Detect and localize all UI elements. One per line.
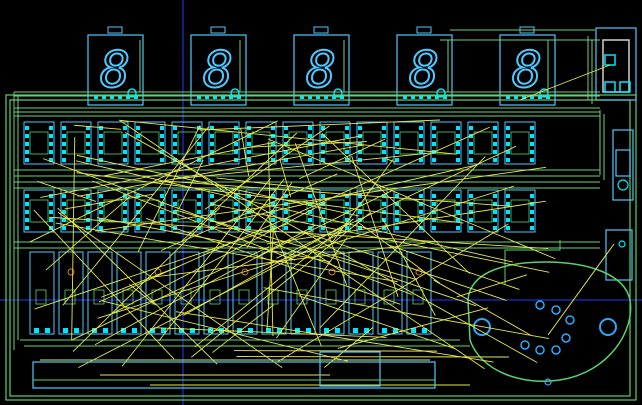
digit-glyph: 8 [512, 41, 542, 99]
digit-glyph: 8 [409, 41, 439, 99]
pcb-canvas[interactable]: 8 8 8 8 8 [0, 0, 642, 405]
digit-glyph: 8 [203, 41, 233, 99]
digit-glyph: 8 [100, 41, 130, 99]
digit-glyph: 8 [306, 41, 336, 99]
